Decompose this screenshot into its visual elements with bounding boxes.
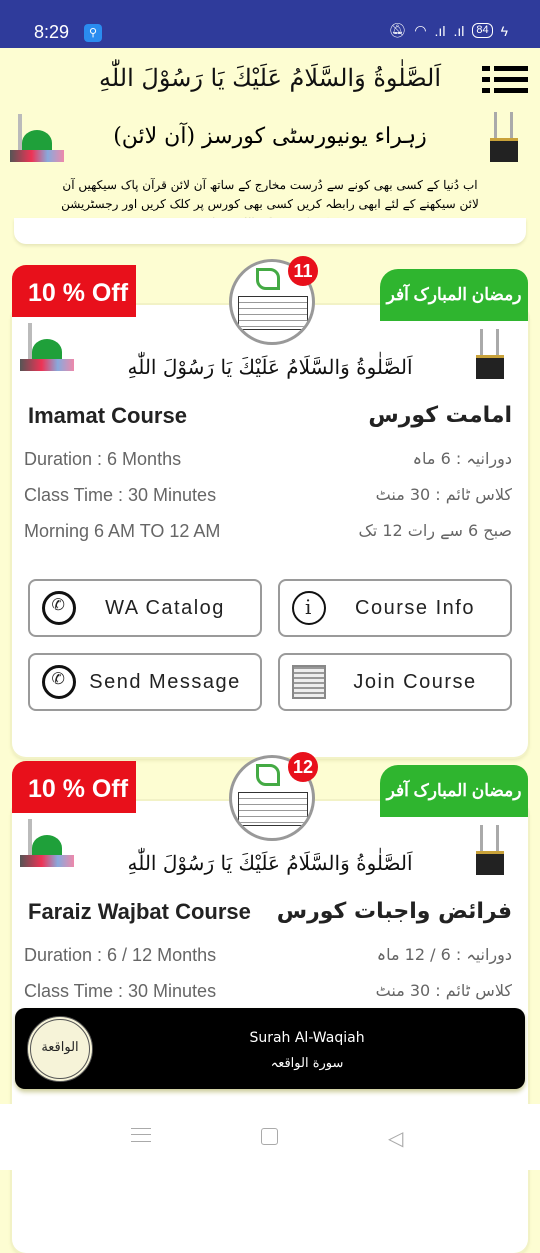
course-detail-urdu: دورانیہ : 6 ماہ: [412, 449, 512, 468]
button-label: WA Catalog: [105, 596, 225, 619]
course-detail-urdu: صبح 6 سے رات 12 تک: [358, 521, 512, 540]
course-detail-urdu: کلاس ٹائم : 30 منٹ: [375, 485, 512, 504]
button-label: Join Course: [353, 670, 477, 693]
battery-indicator: 84: [472, 23, 493, 38]
mute-icon: 🔕︎: [388, 22, 407, 38]
course-info-button[interactable]: i Course Info: [278, 579, 512, 637]
course-detail: Class Time : 30 Minutes: [24, 981, 217, 1001]
offer-badge: رمضان المبارک آفر: [380, 765, 528, 817]
send-message-button[interactable]: ✆ Send Message: [28, 653, 262, 711]
wa-catalog-button[interactable]: ✆ WA Catalog: [28, 579, 262, 637]
course-number-badge: 11: [288, 256, 318, 286]
button-label: Send Message: [89, 670, 241, 693]
course-title-urdu: امامت کورس: [368, 403, 512, 428]
charging-icon: ϟ: [500, 22, 508, 39]
course-detail-urdu: کلاس ٹائم : 30 منٹ: [375, 981, 512, 1000]
signal-icon-2: .ıl: [453, 22, 465, 39]
menu-icon[interactable]: [482, 66, 528, 94]
back-button[interactable]: ◁: [388, 1126, 403, 1151]
card-salawat: اَلصَّلٰوةُ وَالسَّلَامُ عَلَيْكَ يَا رَ…: [127, 355, 413, 379]
course-detail: Duration : 6 / 12 Months: [24, 945, 217, 965]
button-label: Course Info: [355, 596, 475, 619]
join-course-button[interactable]: Join Course: [278, 653, 512, 711]
card-salawat: اَلصَّلٰوةُ وَالسَّلَامُ عَلَيْكَ يَا رَ…: [127, 851, 413, 875]
course-title: Imamat Course: [28, 403, 187, 428]
notification-app-icon: ⚲: [84, 24, 102, 42]
course-detail: Duration : 6 Months: [24, 449, 182, 469]
info-icon: i: [292, 591, 326, 625]
course-title-urdu: فرائض واجبات کورس: [276, 899, 512, 924]
surah-artwork: الواقعة: [27, 1016, 93, 1082]
player-subtitle: سورة الواقعہ: [270, 1056, 344, 1071]
audio-player[interactable]: الواقعة Surah Al-Waqiah سورة الواقعہ: [15, 1008, 525, 1089]
player-title: Surah Al-Waqiah: [249, 1030, 365, 1046]
offer-badge: رمضان المبارک آفر: [380, 269, 528, 321]
wifi-icon: ◠: [414, 22, 427, 38]
whatsapp-icon: ✆: [42, 665, 76, 699]
discount-badge: 10 % Off: [12, 265, 136, 317]
course-card[interactable]: 10 % Off رمضان المبارک آفر 11 اَلصَّلٰوة…: [12, 256, 528, 757]
status-time: 8:29: [34, 22, 70, 42]
course-number-badge: 12: [288, 752, 318, 782]
course-detail-urdu: دورانیہ : 6 / 12 ماہ: [376, 945, 512, 964]
header-title: زہراء یونیورسٹی کورسز (آن لائن): [113, 124, 427, 149]
header: اَلصَّلٰوةُ وَالسَّلَامُ عَلَيْكَ يَا رَ…: [0, 48, 540, 230]
signal-icon: .ıl: [434, 22, 446, 39]
whatsapp-icon: ✆: [42, 591, 76, 625]
previous-card: [14, 218, 526, 244]
notepad-icon: [292, 665, 326, 699]
home-button[interactable]: [261, 1128, 278, 1145]
discount-badge: 10 % Off: [12, 761, 136, 813]
course-title: Faraiz Wajbat Course: [28, 899, 251, 924]
status-bar: 8:29 ⚲ 🔕︎ ◠ .ıl .ıl 84 ϟ: [0, 0, 540, 48]
course-detail: Class Time : 30 Minutes: [24, 485, 217, 505]
course-detail: Morning 6 AM TO 12 AM: [24, 521, 221, 541]
system-nav-bar: ◁: [0, 1104, 540, 1170]
header-salawat: اَلصَّلٰوةُ وَالسَّلَامُ عَلَيْكَ يَا رَ…: [98, 64, 442, 92]
recents-button[interactable]: [131, 1128, 151, 1142]
